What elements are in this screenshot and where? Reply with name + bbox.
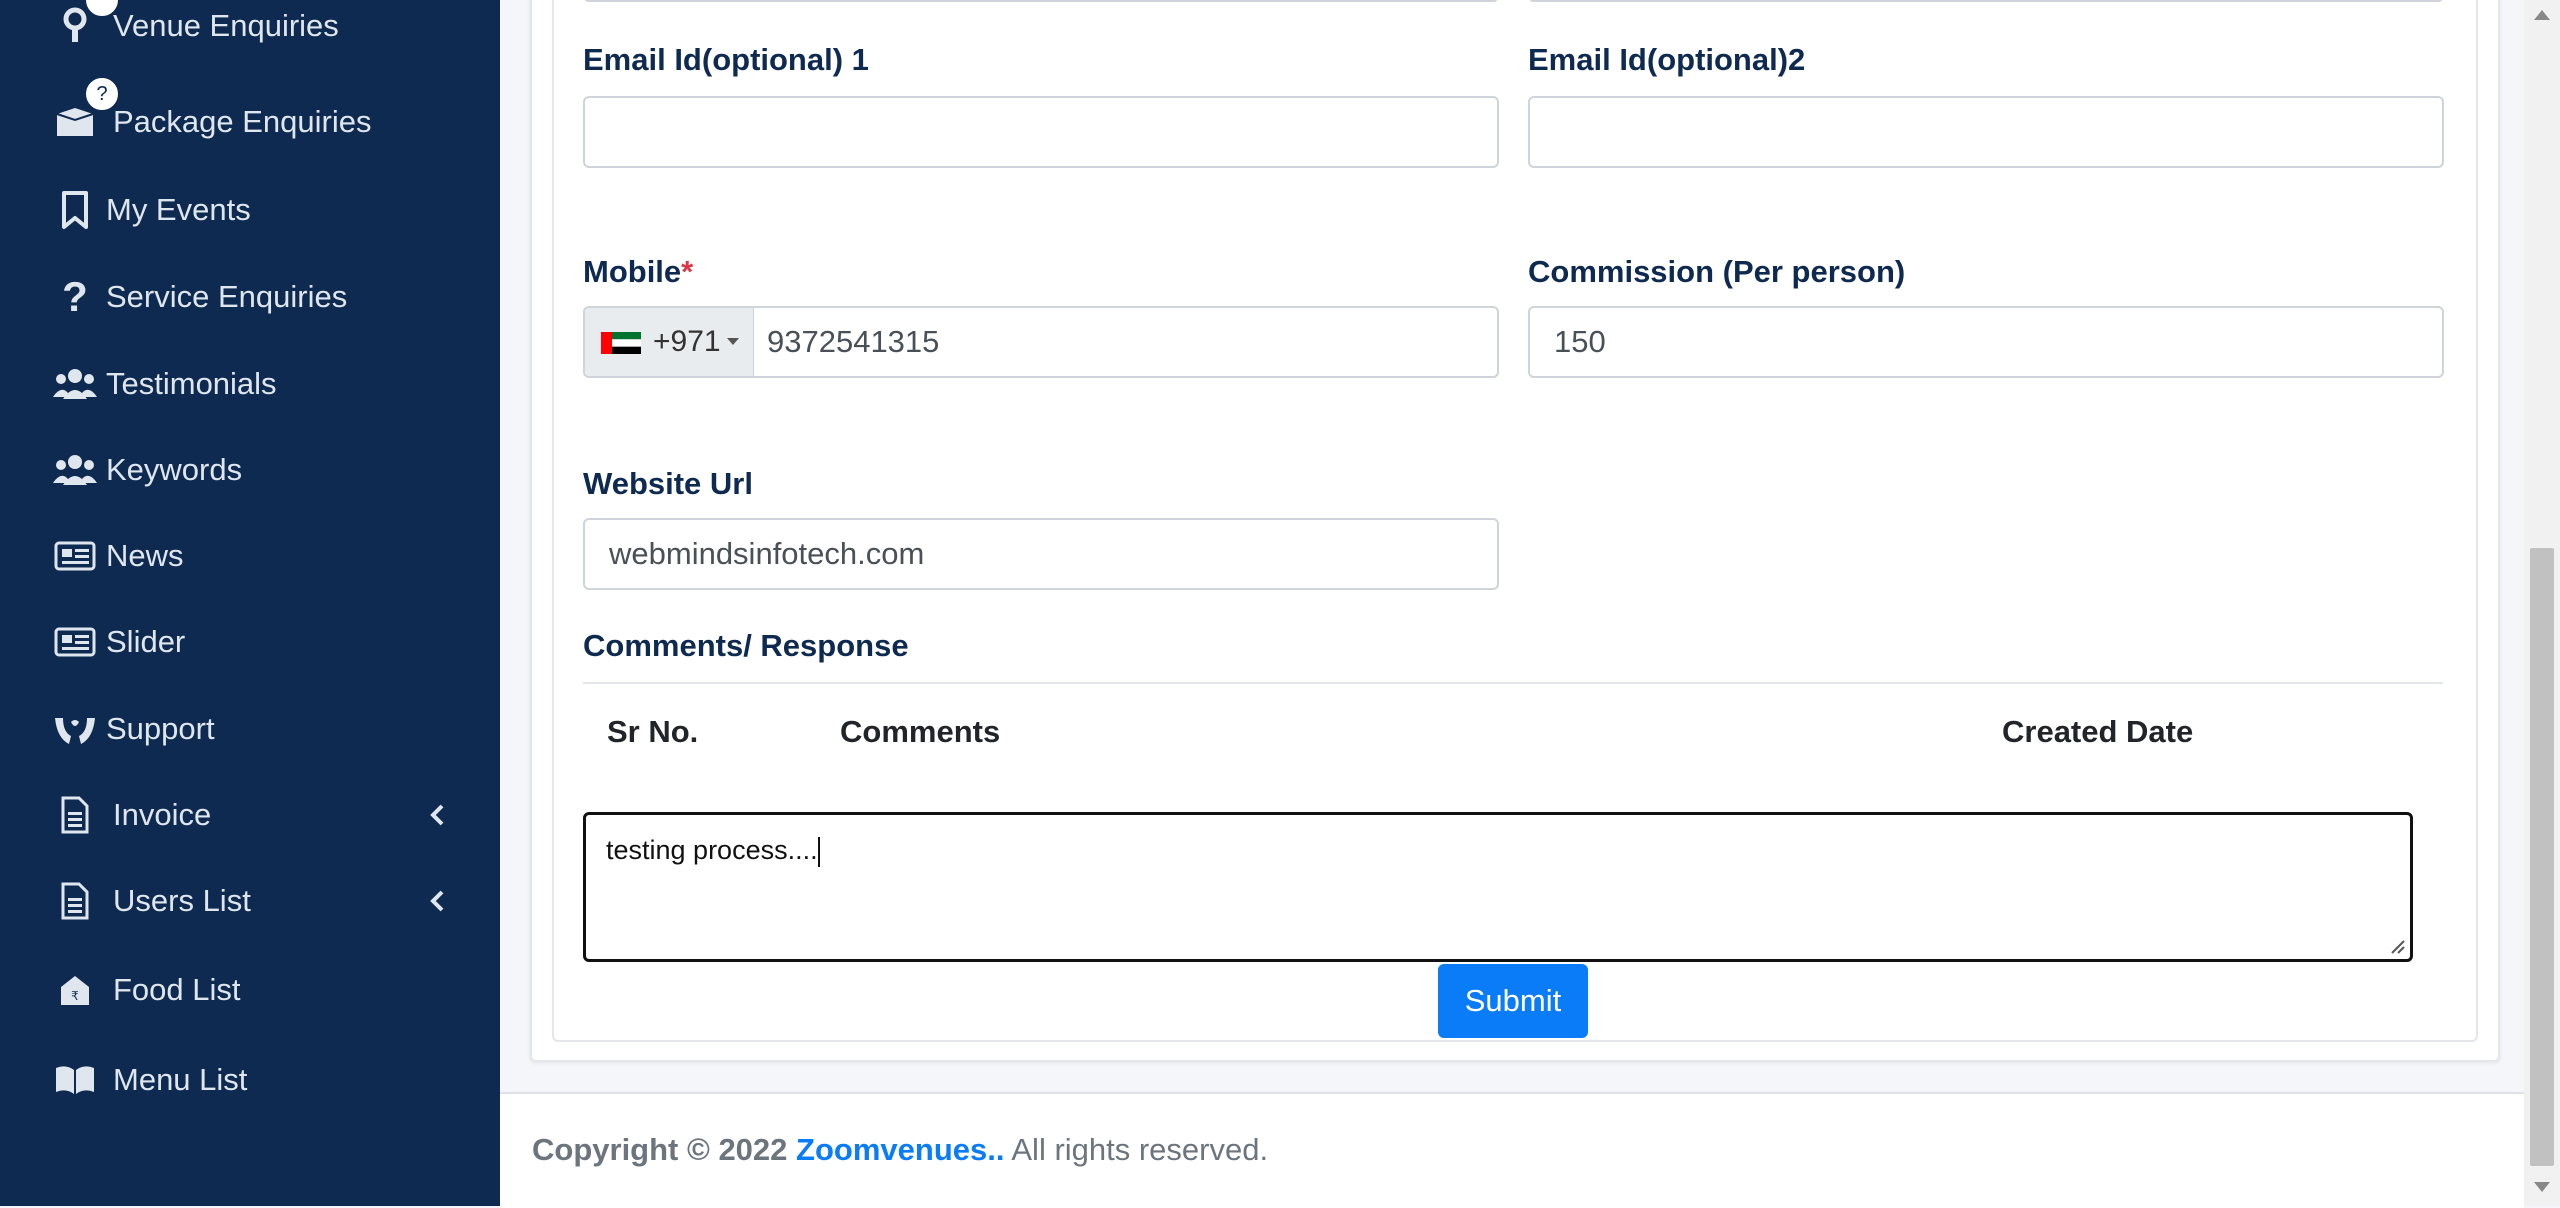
vertical-scrollbar[interactable] (2524, 0, 2560, 1206)
sidebar-item-menu-list[interactable]: Menu List (0, 1040, 500, 1120)
section-divider (583, 682, 2443, 684)
column-header-created-date: Created Date (2002, 714, 2194, 749)
comment-text: testing process.... (606, 835, 818, 865)
sidebar-item-keywords[interactable]: Keywords (0, 430, 500, 510)
chevron-left-icon (422, 886, 452, 916)
chevron-left-icon (422, 800, 452, 830)
commission-label: Commission (Per person) (1528, 254, 1906, 289)
text-cursor (817, 836, 820, 867)
sidebar-item-label: Support (106, 711, 215, 746)
sidebar-item-invoice[interactable]: Invoice (0, 775, 500, 855)
sidebar-item-users-list[interactable]: Users List (0, 861, 500, 941)
sidebar-item-venue-enquiries[interactable]: Venue Enquiries (0, 0, 500, 66)
sidebar-item-label: Venue Enquiries (113, 8, 339, 43)
sidebar-item-label: Menu List (113, 1062, 248, 1097)
sidebar-item-label: Users List (113, 883, 251, 918)
mobile-label: Mobile* (583, 254, 693, 290)
email2-input[interactable] (1528, 96, 2444, 168)
country-code: +971 (653, 325, 721, 358)
sidebar-item-service-enquiries[interactable]: ? Service Enquiries (0, 257, 500, 337)
submit-button[interactable]: Submit (1438, 964, 1588, 1038)
store-icon: ₹ (52, 967, 98, 1013)
sidebar-item-label: My Events (106, 192, 251, 227)
bookmark-icon (52, 187, 98, 233)
column-header-comments: Comments (840, 714, 1001, 749)
sidebar-item-news[interactable]: News (0, 516, 500, 596)
sidebar-item-slider[interactable]: Slider (0, 602, 500, 682)
uae-flag-icon (601, 332, 641, 354)
mobile-label-text: Mobile (583, 254, 682, 289)
comment-textarea[interactable]: testing process.... (583, 812, 2413, 962)
hands-icon (52, 706, 98, 752)
mobile-input[interactable]: +971 9372541315 (583, 306, 1499, 378)
sidebar-item-label: Testimonials (106, 366, 277, 401)
sidebar-item-label: News (106, 538, 184, 573)
users-icon (52, 361, 98, 407)
rights-text: All rights reserved. (1011, 1132, 1269, 1167)
website-input[interactable]: webmindsinfotech.com (583, 518, 1499, 590)
sidebar-item-package-enquiries[interactable]: ? Package Enquiries (0, 76, 500, 162)
sidebar-item-label: Invoice (113, 797, 212, 832)
email2-label: Email Id(optional)2 (1528, 42, 1806, 77)
resize-handle-icon[interactable] (2388, 937, 2406, 955)
mobile-number: 9372541315 (767, 324, 940, 359)
document-icon (52, 792, 98, 838)
book-icon (52, 1057, 98, 1103)
country-code-selector[interactable]: +971 (585, 308, 754, 376)
document-icon (52, 878, 98, 924)
website-label: Website Url (583, 466, 753, 501)
commission-input[interactable]: 150 (1528, 306, 2444, 378)
email1-label: Email Id(optional) 1 (583, 42, 869, 77)
sidebar-item-label: Service Enquiries (106, 279, 348, 314)
sidebar-item-label: Food List (113, 972, 241, 1007)
previous-field-input[interactable] (583, 0, 1499, 2)
brand-link[interactable]: Zoomvenues.. (796, 1132, 1004, 1167)
scroll-thumb[interactable] (2530, 548, 2554, 1166)
scroll-down-arrow-icon[interactable] (2534, 1182, 2550, 1194)
column-header-sr-no: Sr No. (607, 714, 699, 749)
sidebar-item-testimonials[interactable]: Testimonials (0, 344, 500, 424)
users-icon (52, 447, 98, 493)
previous-field-input[interactable] (1528, 0, 2444, 2)
newspaper-icon (52, 533, 98, 579)
scroll-up-arrow-icon[interactable] (2534, 8, 2550, 20)
newspaper-icon (52, 619, 98, 665)
sidebar-item-label: Slider (106, 624, 186, 659)
footer-text: Copyright © 2022 Zoomvenues.. All rights… (532, 1132, 1268, 1168)
svg-text:₹: ₹ (71, 989, 79, 1003)
sidebar-item-label: Keywords (106, 452, 243, 487)
sidebar-item-label: Package Enquiries (113, 104, 372, 139)
caret-down-icon (727, 338, 739, 345)
comments-section-title: Comments/ Response (583, 628, 909, 663)
sidebar-item-support[interactable]: Support (0, 689, 500, 769)
sidebar-item-my-events[interactable]: My Events (0, 170, 500, 250)
copyright-text: Copyright © 2022 (532, 1132, 788, 1167)
question-icon: ? (62, 273, 88, 320)
sidebar: Venue Enquiries ? Package Enquiries My E… (0, 0, 500, 1206)
required-asterisk: * (681, 254, 694, 289)
sidebar-item-food-list[interactable]: ₹ Food List (0, 950, 500, 1030)
email1-input[interactable] (583, 96, 1499, 168)
footer: Copyright © 2022 Zoomvenues.. All rights… (500, 1092, 2524, 1208)
